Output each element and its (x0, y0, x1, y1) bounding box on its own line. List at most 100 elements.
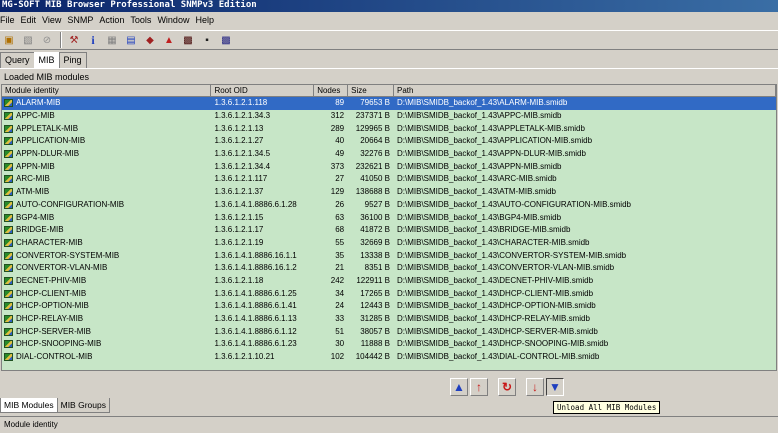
module-identity-cell: DHCP-CLIENT-MIB (2, 288, 211, 300)
chart-icon[interactable]: ▤ (122, 31, 140, 49)
menu-file[interactable]: File (0, 12, 21, 29)
query-icon[interactable]: ▧ (19, 31, 37, 49)
root-oid-cell: 1.3.6.1.2.1.18 (214, 275, 264, 285)
table-row[interactable]: ATM-MIB 1.3.6.1.2.1.37 129 138688 B D:\MIB\S… (2, 186, 776, 199)
table-row[interactable]: APPN-MIB 1.3.6.1.2.1.34.4 373 232621 B D:\MI… (2, 160, 776, 173)
nodes-cell: 63 (335, 212, 345, 222)
table-row[interactable]: DHCP-OPTION-MIB 1.3.6.1.4.1.8886.6.1.41 24… (2, 300, 776, 313)
find-icon[interactable]: ◆ (141, 31, 159, 49)
path-cell: D:\MIB\SMIDB_backof_1.43\BGP4-MIB.smidb (397, 212, 562, 222)
module-name: APPLICATION-MIB (16, 136, 86, 146)
info-icon[interactable]: i (84, 31, 102, 49)
title-bar: MG-SOFT MIB Browser Professional SNMPv3 … (0, 0, 778, 12)
root-oid-cell: 1.3.6.1.2.1.19 (214, 237, 264, 247)
root-oid-cell: 1.3.6.1.2.1.15 (214, 212, 264, 222)
size-cell: 12443 B (360, 301, 390, 311)
table-row[interactable]: DHCP-RELAY-MIB 1.3.6.1.4.1.8886.6.1.13 33 3… (2, 313, 776, 326)
column-path[interactable]: Path (394, 85, 776, 96)
unload-all-icon[interactable]: ▼ (546, 378, 564, 396)
size-cell: 138688 B (355, 187, 390, 197)
table-row[interactable]: DHCP-SERVER-MIB 1.3.6.1.4.1.8886.6.1.12 51… (2, 325, 776, 338)
path-cell: D:\MIB\SMIDB_backof_1.43\APPLICATION-MIB… (397, 136, 593, 146)
table-icon[interactable]: ▦ (103, 31, 121, 49)
size-cell: 11888 B (360, 339, 390, 349)
table-row[interactable]: BRIDGE-MIB 1.3.6.1.2.1.17 68 41872 B D:\MIB\… (2, 224, 776, 237)
table-row[interactable]: CONVERTOR-VLAN-MIB 1.3.6.1.4.1.8886.16.1.… (2, 262, 776, 275)
load-up-icon[interactable]: ↑ (470, 378, 488, 396)
module-identity-cell: DHCP-RELAY-MIB (2, 313, 211, 325)
root-oid-cell: 1.3.6.1.2.1.117 (214, 174, 268, 184)
table-row[interactable]: APPN-DLUR-MIB 1.3.6.1.2.1.34.5 49 32276 B D:… (2, 148, 776, 161)
tools-icon[interactable]: ⚒ (65, 31, 83, 49)
reload-icon[interactable]: ↻ (498, 378, 516, 396)
menu-tools[interactable]: Tools (130, 12, 157, 29)
path-cell: D:\MIB\SMIDB_backof_1.43\DHCP-OPTION-MIB… (397, 301, 596, 311)
move-up-icon[interactable]: ▲ (450, 378, 468, 396)
tab-mib-modules[interactable]: MIB Modules (0, 398, 58, 413)
mib-icon[interactable]: ▩ (217, 31, 235, 49)
tab-ping[interactable]: Ping (58, 52, 87, 68)
stop-icon[interactable]: ⊘ (38, 31, 56, 49)
root-oid-cell: 1.3.6.1.2.1.34.3 (214, 111, 271, 121)
path-cell: D:\MIB\SMIDB_backof_1.43\DHCP-RELAY-MIB.… (397, 314, 590, 324)
root-oid-cell: 1.3.6.1.4.1.8886.6.1.23 (214, 339, 297, 349)
module-identity-cell: APPC-MIB (2, 110, 211, 122)
size-cell: 9527 B (364, 199, 390, 209)
menu-snmp[interactable]: SNMP (67, 12, 99, 29)
module-name: ALARM-MIB (16, 98, 61, 108)
table-row[interactable]: CHARACTER-MIB 1.3.6.1.2.1.19 55 32669 B D:\M… (2, 237, 776, 250)
graph-icon[interactable]: ▪ (198, 31, 216, 49)
mib-module-icon (4, 302, 13, 311)
nodes-cell: 373 (330, 161, 345, 171)
table-row[interactable]: DHCP-CLIENT-MIB 1.3.6.1.4.1.8886.6.1.25 34… (2, 287, 776, 300)
menu-view[interactable]: View (42, 12, 67, 29)
size-cell: 41050 B (360, 174, 390, 184)
connect-icon[interactable]: ▣ (0, 31, 18, 49)
menu-window[interactable]: Window (157, 12, 195, 29)
menu-action[interactable]: Action (99, 12, 130, 29)
path-cell: D:\MIB\SMIDB_backof_1.43\AUTO-CONFIGURAT… (397, 199, 631, 209)
column-nodes[interactable]: Nodes (314, 85, 349, 96)
table-row[interactable]: ALARM-MIB 1.3.6.1.2.1.118 89 79653 B D:\MIB\… (2, 97, 776, 110)
module-name: ARC-MIB (16, 174, 50, 184)
path-cell: D:\MIB\SMIDB_backof_1.43\DHCP-CLIENT-MIB… (397, 288, 594, 298)
tab-mib-groups[interactable]: MIB Groups (56, 398, 110, 413)
column-size[interactable]: Size (348, 85, 394, 96)
nodes-cell: 21 (335, 263, 345, 273)
mib-module-icon (4, 175, 13, 184)
table-row[interactable]: AUTO-CONFIGURATION-MIB 1.3.6.1.4.1.8886.6… (2, 199, 776, 212)
table-row[interactable]: CONVERTOR-SYSTEM-MIB 1.3.6.1.4.1.8886.16.… (2, 249, 776, 262)
module-name: CHARACTER-MIB (16, 237, 83, 247)
path-cell: D:\MIB\SMIDB_backof_1.43\CHARACTER-MIB.s… (397, 237, 590, 247)
root-oid-cell: 1.3.6.1.2.1.13 (214, 123, 264, 133)
menu-help[interactable]: Help (195, 12, 220, 29)
table-row[interactable]: APPC-MIB 1.3.6.1.2.1.34.3 312 237371 B D:\MI… (2, 110, 776, 123)
table-row[interactable]: ARC-MIB 1.3.6.1.2.1.117 27 41050 B D:\MIB\SM… (2, 173, 776, 186)
root-oid-cell: 1.3.6.1.2.1.34.4 (214, 161, 271, 171)
path-cell: D:\MIB\SMIDB_backof_1.43\ATM-MIB.smidb (397, 187, 557, 197)
nodes-cell: 55 (335, 237, 345, 247)
table-row[interactable]: APPLETALK-MIB 1.3.6.1.2.1.13 289 129965 B D:… (2, 122, 776, 135)
menu-edit[interactable]: Edit (21, 12, 43, 29)
root-oid-cell: 1.3.6.1.2.1.10.21 (214, 352, 275, 362)
table-row[interactable]: DECNET-PHIV-MIB 1.3.6.1.2.1.18 242 122911 B… (2, 275, 776, 288)
column-root-oid[interactable]: Root OID (211, 85, 315, 96)
size-cell: 41872 B (360, 225, 390, 235)
path-cell: D:\MIB\SMIDB_backof_1.43\DHCP-SNOOPING-M… (397, 339, 609, 349)
nodes-cell: 33 (335, 314, 345, 324)
tab-query[interactable]: Query (0, 52, 35, 68)
config-icon[interactable]: ▩ (179, 31, 197, 49)
table-row[interactable]: DHCP-SNOOPING-MIB 1.3.6.1.4.1.8886.6.1.23… (2, 338, 776, 351)
mib-module-icon (4, 162, 13, 171)
module-identity-cell: BGP4-MIB (2, 212, 211, 224)
size-cell: 79653 B (360, 98, 390, 108)
table-row[interactable]: BGP4-MIB 1.3.6.1.2.1.15 63 36100 B D:\MIB\SM… (2, 211, 776, 224)
table-row[interactable]: APPLICATION-MIB 1.3.6.1.2.1.27 40 20664 B D:… (2, 135, 776, 148)
size-cell: 36100 B (360, 212, 390, 222)
tab-mib[interactable]: MIB (33, 52, 60, 69)
column-module-identity[interactable]: Module identity (2, 85, 212, 96)
unload-icon[interactable]: ↓ (526, 378, 544, 396)
mib-module-icon (4, 353, 13, 362)
table-row[interactable]: DIAL-CONTROL-MIB 1.3.6.1.2.1.10.21 102 1044… (2, 351, 776, 364)
trap-icon[interactable]: ▲ (160, 31, 178, 49)
